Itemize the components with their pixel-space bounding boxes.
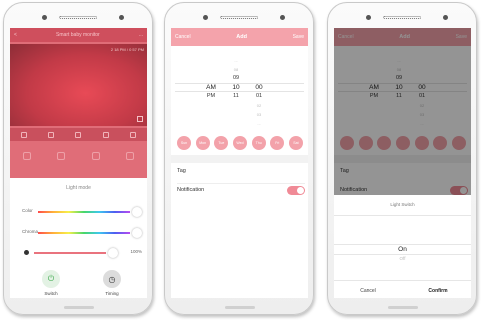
light-switch-picker: Light Switch On Off Cancel Confirm xyxy=(334,195,471,298)
camera-view-dimmed: < Smart baby monitor ... 2 18 PM / 0 57 … xyxy=(10,28,147,178)
brightness-track[interactable] xyxy=(34,252,106,254)
cancel-button[interactable]: Cancel xyxy=(175,34,191,40)
switch-button[interactable]: ⏻ xyxy=(42,270,60,288)
chroma-label: Chroma xyxy=(22,229,39,234)
ampm-column[interactable]: AM PM xyxy=(201,83,221,101)
chroma-track[interactable] xyxy=(38,232,130,234)
switch-label: Switch xyxy=(44,291,58,296)
brightness-slider[interactable]: 100% xyxy=(22,248,142,259)
chroma-knob[interactable] xyxy=(132,228,142,238)
cancel-button[interactable]: Cancel xyxy=(348,288,388,294)
day-mon[interactable]: Mon xyxy=(195,136,210,150)
fullscreen-icon[interactable] xyxy=(137,116,143,122)
day-sun[interactable]: Sun xyxy=(177,136,191,150)
back-icon[interactable]: < xyxy=(14,32,17,38)
hd-icon[interactable] xyxy=(48,131,55,138)
feature-icon[interactable] xyxy=(125,152,134,160)
nav-bar: Cancel Add Save xyxy=(171,28,308,46)
light-switch-screen: Cancel Add Save AM PM ... 08 09 10 11 00… xyxy=(334,28,471,298)
confirm-button[interactable]: Confirm xyxy=(418,288,458,294)
phone-frame-3: Cancel Add Save AM PM ... 08 09 10 11 00… xyxy=(327,2,477,315)
save-button[interactable]: Save xyxy=(293,34,304,40)
hour-option[interactable]: 08 xyxy=(226,65,246,74)
day-tue[interactable]: Tue xyxy=(214,136,229,150)
add-timer-screen: Cancel Add Save AM PM ... 08 09 10 11 00… xyxy=(171,28,308,298)
feature-icon[interactable] xyxy=(23,152,32,160)
sound-icon[interactable] xyxy=(20,131,27,138)
minute-option[interactable]: 03 xyxy=(249,110,269,119)
brightness-value: 100% xyxy=(130,249,142,254)
hour-option[interactable]: ... xyxy=(226,56,246,65)
minute-option[interactable]: 02 xyxy=(249,101,269,110)
ampm-option[interactable]: PM xyxy=(201,92,221,101)
feature-row xyxy=(10,146,147,176)
hour-option[interactable]: 11 xyxy=(226,92,246,101)
day-fri[interactable]: Fri xyxy=(270,136,285,150)
color-slider[interactable]: Color xyxy=(22,207,142,218)
page-title: Add xyxy=(236,34,247,40)
hour-column[interactable]: ... 08 09 10 11 xyxy=(226,56,246,101)
clock-icon: ◷ xyxy=(108,274,116,284)
minute-option[interactable]: ... xyxy=(249,119,269,128)
feature-icon[interactable] xyxy=(91,152,100,160)
more-icon[interactable]: ... xyxy=(139,32,143,38)
chroma-slider[interactable]: Chroma xyxy=(22,228,142,239)
notification-label: Notification xyxy=(177,187,205,193)
day-wed[interactable]: Wed xyxy=(232,136,247,150)
weekday-selector: Sun Mon Tue Wed Thu Fri Sat xyxy=(177,136,303,150)
nav-bar: < Smart baby monitor ... xyxy=(10,28,147,42)
light-mode-sheet: Light mode Color Chroma 100% ⏻ Switch ◷ … xyxy=(10,178,147,298)
minute-column[interactable]: 00 01 02 03 ... xyxy=(249,83,269,128)
ampm-option[interactable]: AM xyxy=(201,83,221,92)
power-icon: ⏻ xyxy=(47,274,55,283)
video-feed: 2 18 PM / 0 57 PM xyxy=(10,44,147,126)
tag-label: Tag xyxy=(177,168,186,174)
timing-label: Timing xyxy=(105,291,119,296)
brightness-icon xyxy=(24,250,29,255)
snapshot-icon[interactable] xyxy=(130,131,137,138)
video-controls xyxy=(10,128,147,141)
notification-row: Notification xyxy=(177,186,305,195)
time-picker[interactable]: AM PM ... 08 09 10 11 00 01 02 03 ... xyxy=(171,52,308,126)
video-time: 2 18 PM / 0 57 PM xyxy=(110,47,144,52)
color-label: Color xyxy=(22,208,33,213)
minute-option[interactable]: 00 xyxy=(249,83,269,92)
tag-row[interactable]: Tag xyxy=(177,168,305,174)
option-on[interactable]: On xyxy=(334,246,471,253)
sheet-title: Light mode xyxy=(66,185,91,191)
hour-option[interactable]: 09 xyxy=(226,74,246,83)
feature-icon[interactable] xyxy=(57,152,66,160)
nav-title: Smart baby monitor xyxy=(56,32,100,38)
phone-frame-2: Cancel Add Save AM PM ... 08 09 10 11 00… xyxy=(164,2,314,315)
option-off[interactable]: Off xyxy=(334,256,471,261)
minute-option[interactable]: 01 xyxy=(249,92,269,101)
notification-toggle[interactable] xyxy=(287,186,305,195)
day-thu[interactable]: Thu xyxy=(251,136,266,150)
brightness-knob[interactable] xyxy=(108,248,118,258)
phone-frame-1: < Smart baby monitor ... 2 18 PM / 0 57 … xyxy=(3,2,153,315)
light-mode-screen: < Smart baby monitor ... 2 18 PM / 0 57 … xyxy=(10,28,147,298)
color-knob[interactable] xyxy=(132,207,142,217)
hour-option[interactable]: 10 xyxy=(226,83,246,92)
day-sat[interactable]: Sat xyxy=(288,136,303,150)
record-icon[interactable] xyxy=(102,131,109,138)
timing-button[interactable]: ◷ xyxy=(103,270,121,288)
color-track[interactable] xyxy=(38,211,130,213)
popup-title: Light Switch xyxy=(390,202,415,207)
talk-icon[interactable] xyxy=(75,131,82,138)
